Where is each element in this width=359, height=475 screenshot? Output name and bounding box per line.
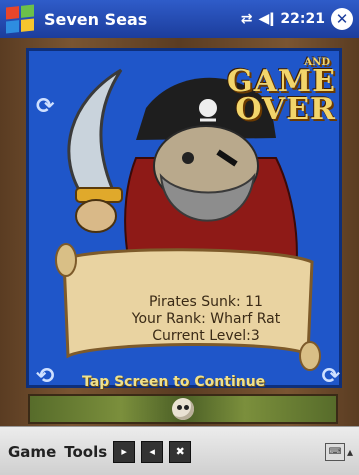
score-summary: Pirates Sunk: 11 Your Rank: Wharf Rat Cu…: [96, 294, 316, 345]
start-menu-icon[interactable]: [6, 4, 34, 34]
sea-strip: [28, 394, 338, 424]
connectivity-icon[interactable]: ⇄: [241, 11, 253, 27]
current-level: Current Level:3: [152, 328, 260, 344]
toolbar-button-1[interactable]: ▸: [113, 440, 136, 463]
game-over-title: AND GAME OVER: [227, 58, 336, 125]
game-over-panel[interactable]: AND GAME OVER ⟳ ⟲ ⟳ Pirates Sunk: 11 You…: [26, 48, 342, 390]
screen: Seven Seas ⇄ ◀ǀ 22:21 ✕ AND GAME OVER ⟳ …: [0, 0, 359, 475]
rotate-icon[interactable]: ⟳: [36, 94, 54, 119]
clock[interactable]: 22:21: [280, 11, 325, 27]
keyboard-icon[interactable]: ⌨: [324, 442, 345, 461]
game-over-line2: OVER: [235, 92, 336, 127]
toolbar-button-3[interactable]: ✖: [169, 440, 192, 463]
input-panel[interactable]: ⌨ ▴: [324, 442, 353, 461]
player-rank: Your Rank: Wharf Rat: [131, 311, 281, 327]
menu-tools[interactable]: Tools: [64, 443, 107, 461]
close-button[interactable]: ✕: [331, 8, 353, 30]
app-title: Seven Seas: [44, 9, 148, 29]
status-area: ⇄ ◀ǀ 22:21 ✕: [241, 8, 353, 30]
game-area[interactable]: AND GAME OVER ⟳ ⟲ ⟳ Pirates Sunk: 11 You…: [0, 38, 359, 426]
volume-icon[interactable]: ◀ǀ: [258, 11, 274, 27]
title-bar: Seven Seas ⇄ ◀ǀ 22:21 ✕: [0, 0, 359, 38]
rotate-icon[interactable]: ⟲: [36, 364, 54, 389]
skull-icon: [172, 398, 194, 420]
toolbar-button-2[interactable]: ◂: [141, 440, 164, 463]
input-panel-arrow[interactable]: ▴: [347, 445, 353, 459]
menu-bar: Game Tools ▸ ◂ ✖ ⌨ ▴: [0, 426, 359, 475]
pirates-sunk: Pirates Sunk: 11: [149, 294, 263, 310]
menu-game[interactable]: Game: [8, 443, 56, 461]
tap-to-continue[interactable]: Tap Screen to Continue: [82, 374, 342, 390]
cutlass-blade: [67, 68, 123, 200]
